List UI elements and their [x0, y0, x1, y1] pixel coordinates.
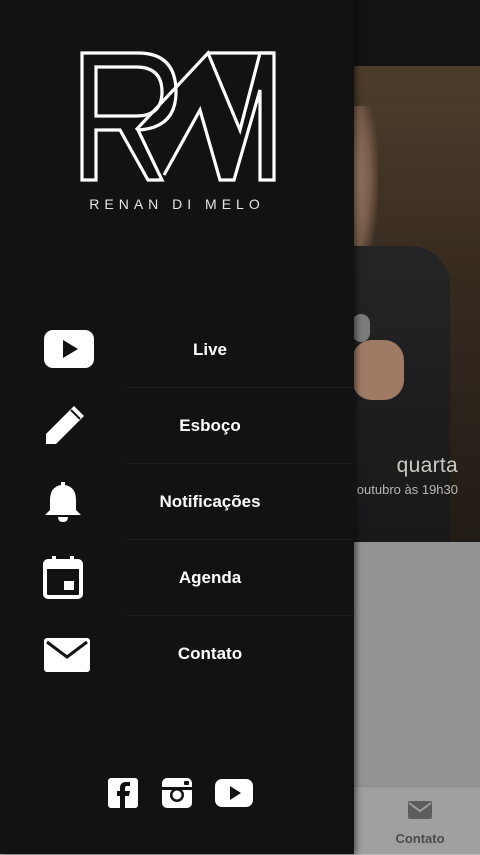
menu-label-notificacoes: Notificações [159, 492, 261, 511]
menu-item-esboco[interactable]: Esboço [0, 388, 354, 464]
bell-icon [45, 482, 81, 522]
social-links [106, 776, 256, 816]
pencil-icon [46, 406, 84, 444]
instagram-icon[interactable] [160, 776, 194, 810]
menu-item-notificacoes[interactable]: Notificações [0, 464, 354, 540]
youtube-play-icon [44, 330, 94, 368]
envelope-icon [44, 638, 90, 672]
menu-label-esboco: Esboço [179, 416, 241, 435]
navigation-drawer: RENAN DI MELO Live Esboço Notificações A… [0, 0, 354, 854]
menu-item-contato[interactable]: Contato [0, 616, 354, 692]
calendar-icon [43, 556, 83, 599]
menu-label-live: Live [192, 340, 228, 359]
menu-item-live[interactable]: Live [0, 312, 354, 388]
facebook-icon[interactable] [106, 776, 140, 810]
drawer-menu: Live Esboço Notificações Agenda Contato [0, 312, 354, 692]
menu-item-agenda[interactable]: Agenda [0, 540, 354, 616]
brand-name: RENAN DI MELO [89, 196, 265, 212]
menu-label-contato: Contato [177, 644, 243, 663]
menu-label-agenda: Agenda [178, 568, 242, 587]
rm-logo [80, 50, 276, 182]
youtube-icon[interactable] [214, 776, 254, 810]
